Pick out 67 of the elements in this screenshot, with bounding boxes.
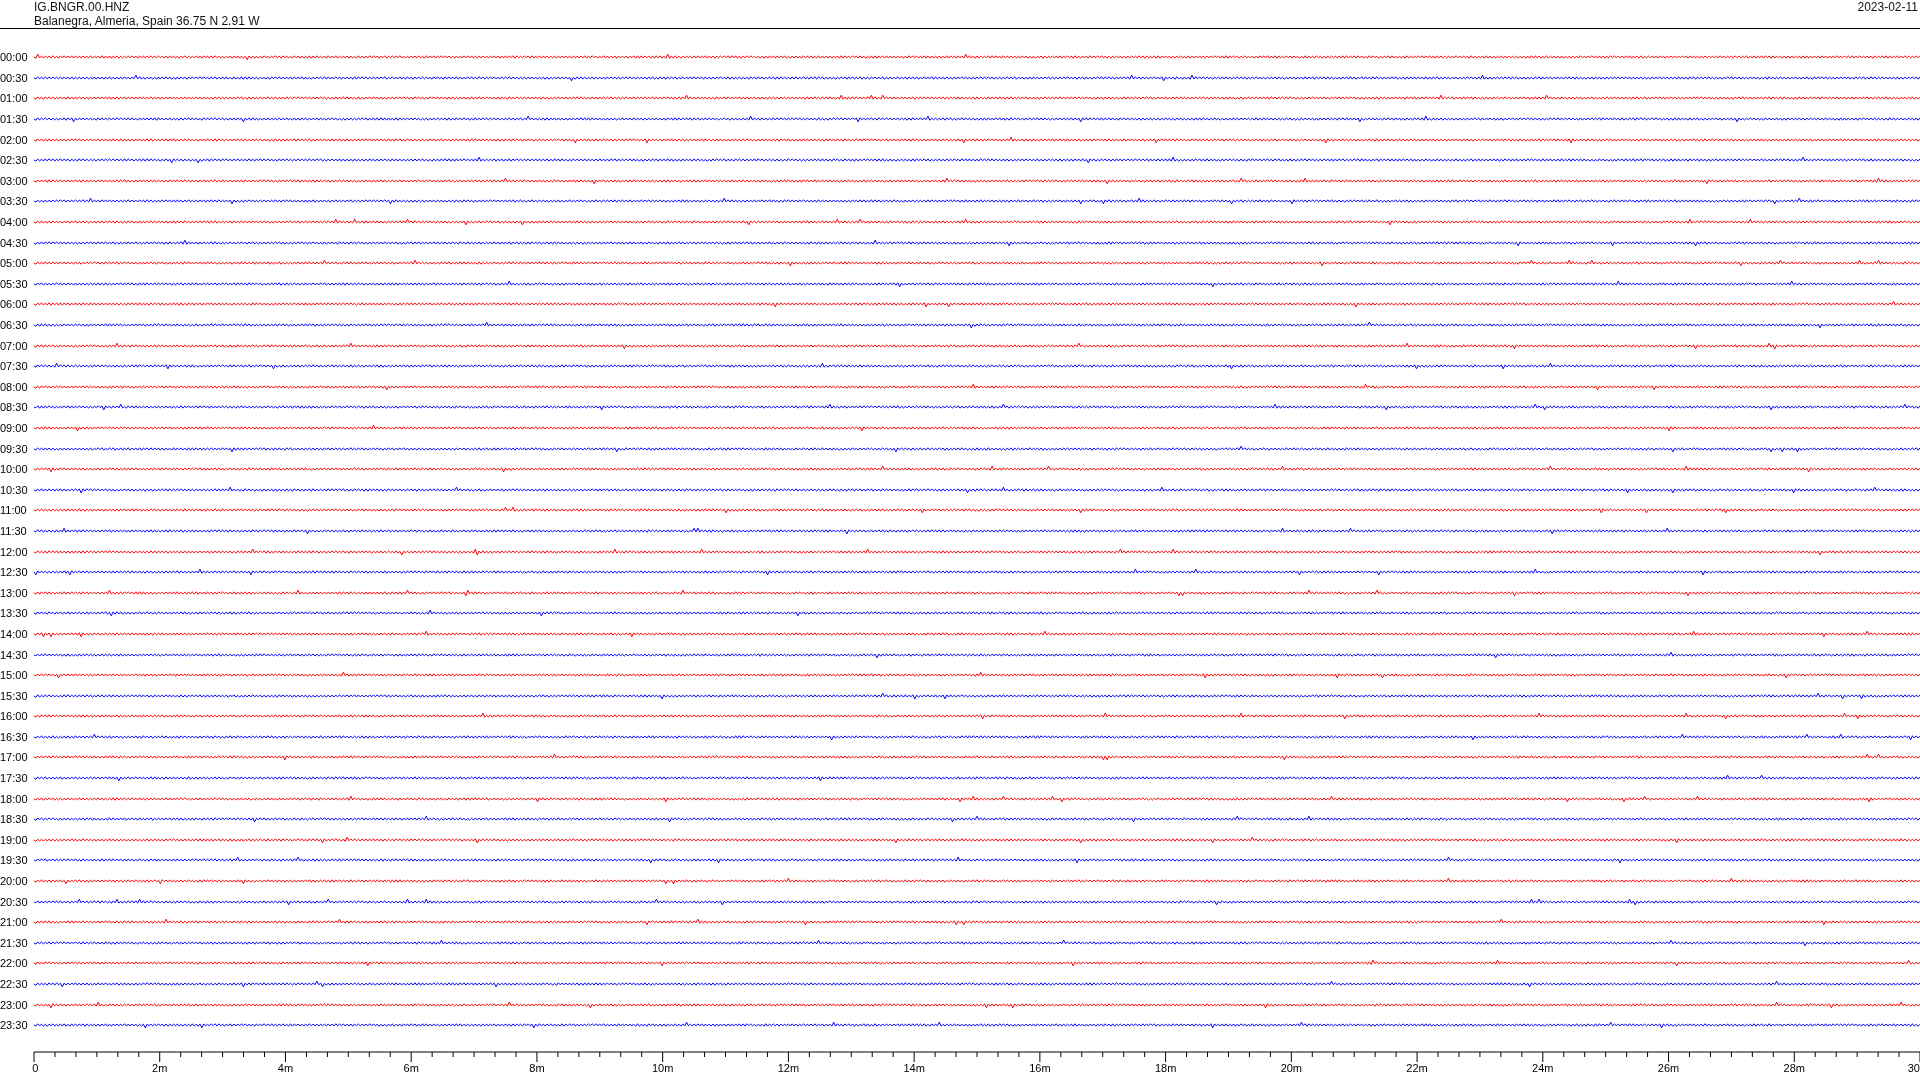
time-label: 21:30 xyxy=(0,936,29,949)
time-label: 23:30 xyxy=(0,1019,29,1032)
axis-label: 26m xyxy=(1657,1061,1680,1074)
axis-label: 10m xyxy=(651,1061,674,1074)
time-label: 23:00 xyxy=(0,998,29,1011)
time-label: 22:30 xyxy=(0,978,29,990)
axis-label: 6m xyxy=(403,1061,419,1074)
time-label: 14:00 xyxy=(0,627,29,640)
time-label: 20:30 xyxy=(0,895,29,908)
time-label: 18:30 xyxy=(0,813,29,826)
axis-label: 2m xyxy=(152,1061,168,1074)
time-label: 04:30 xyxy=(0,236,29,249)
time-label: 11:30 xyxy=(0,524,28,537)
axis-label: 20m xyxy=(1280,1061,1303,1074)
time-label: 03:30 xyxy=(0,195,29,208)
time-label: 09:00 xyxy=(0,422,29,434)
axis-label: 14m xyxy=(903,1061,925,1074)
time-label: 08:00 xyxy=(0,380,29,393)
axis-label: 28m xyxy=(1783,1061,1805,1074)
time-label: 10:30 xyxy=(0,483,29,496)
time-label: 06:30 xyxy=(0,319,29,331)
axis-label: 0 xyxy=(32,1061,39,1074)
time-label: 19:30 xyxy=(0,854,29,867)
time-label: 09:30 xyxy=(0,442,29,455)
time-label: 00:30 xyxy=(0,71,29,84)
time-label: 08:30 xyxy=(0,401,29,414)
time-label: 05:30 xyxy=(0,277,29,290)
axis-label: 22m xyxy=(1406,1061,1428,1074)
time-label: 01:00 xyxy=(0,92,29,105)
time-label: 13:00 xyxy=(0,586,29,599)
time-label: 02:00 xyxy=(0,133,29,146)
time-label: 15:30 xyxy=(0,689,29,702)
time-label: 15:00 xyxy=(0,669,29,682)
time-label: 20:00 xyxy=(0,875,29,888)
time-label: 04:00 xyxy=(0,216,29,229)
time-label: 06:00 xyxy=(0,298,29,311)
axis-label: 8m xyxy=(529,1061,545,1074)
time-label: 14:30 xyxy=(0,648,29,661)
time-label: 00:00 xyxy=(0,51,29,64)
station-location: Balanegra, Almeria, Spain 36.75 N 2.91 W xyxy=(34,14,260,28)
time-label: 17:30 xyxy=(0,772,29,785)
axis-label: 24m xyxy=(1532,1061,1554,1074)
axis-label: 18m xyxy=(1154,1061,1177,1074)
time-label: 05:00 xyxy=(0,257,29,270)
station-code: IG.BNGR.00.HNZ xyxy=(34,0,131,14)
time-label: 13:30 xyxy=(0,607,29,620)
time-label: 03:00 xyxy=(0,174,29,187)
time-label: 21:00 xyxy=(0,916,29,929)
axis-label: 16m xyxy=(1029,1061,1051,1074)
time-label: 10:00 xyxy=(0,463,29,476)
time-label: 12:00 xyxy=(0,545,29,558)
date-label: 2023-02-11 xyxy=(1857,0,1918,16)
time-label: 16:00 xyxy=(0,710,29,723)
time-label: 02:30 xyxy=(0,154,29,167)
time-label: 19:00 xyxy=(0,833,29,846)
time-label: 11:00 xyxy=(0,504,28,517)
time-label: 07:00 xyxy=(0,339,29,352)
time-label: 17:00 xyxy=(0,751,29,764)
axis-label: 12m xyxy=(777,1061,800,1074)
time-label: 22:00 xyxy=(0,957,29,970)
time-label: 12:30 xyxy=(0,566,29,579)
time-label: 07:30 xyxy=(0,360,29,373)
time-label: 18:00 xyxy=(0,792,29,805)
time-label: 01:30 xyxy=(0,113,29,126)
axis-label: 30 xyxy=(1907,1061,1920,1074)
axis-label: 4m xyxy=(277,1061,294,1074)
time-label: 16:30 xyxy=(0,730,29,743)
